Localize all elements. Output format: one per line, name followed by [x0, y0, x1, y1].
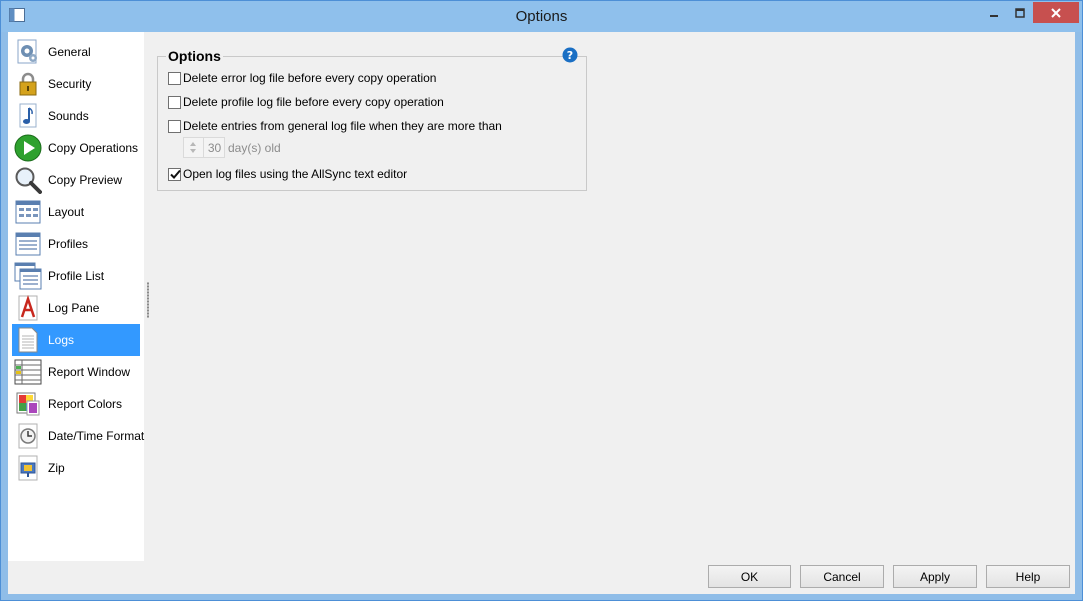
sidebar-item-logs[interactable]: Logs: [12, 324, 140, 356]
sidebar-item-general[interactable]: General: [12, 36, 140, 68]
sidebar-item-report-window[interactable]: Report Window: [12, 356, 140, 388]
stepper-down-icon[interactable]: [190, 149, 196, 153]
report-table-icon: [14, 358, 42, 386]
delete-profile-log-label: Delete profile log file before every cop…: [183, 95, 444, 109]
delete-profile-log-checkbox[interactable]: [168, 95, 181, 109]
profile-list-icon: [14, 262, 42, 290]
sidebar-item-date-time-format[interactable]: Date/Time Format: [12, 420, 144, 452]
sidebar-item-copy-operations[interactable]: Copy Operations: [12, 132, 140, 164]
sidebar-item-label: General: [48, 45, 91, 59]
apply-button[interactable]: Apply: [893, 565, 977, 588]
options-group-title: Options: [166, 48, 223, 64]
document-icon: [14, 326, 42, 354]
delete-error-log-option[interactable]: Delete error log file before every copy …: [168, 70, 436, 86]
minimize-icon: [990, 14, 998, 17]
sidebar-item-log-pane[interactable]: Log Pane: [12, 292, 140, 324]
magnifier-icon: [14, 166, 42, 194]
cancel-button[interactable]: Cancel: [800, 565, 884, 588]
days-suffix-label: day(s) old: [228, 141, 281, 155]
layout-grid-icon: [14, 198, 42, 226]
maximize-icon: [1015, 7, 1025, 18]
sidebar-item-label: Log Pane: [48, 301, 100, 315]
music-note-icon: [14, 102, 42, 130]
title-bar[interactable]: Options: [1, 1, 1082, 32]
profiles-list-icon: [14, 230, 42, 258]
sidebar-item-label: Copy Preview: [48, 173, 123, 187]
sidebar-item-label: Report Window: [48, 365, 131, 379]
svg-text:?: ?: [567, 49, 573, 62]
delete-general-log-entries-option[interactable]: Delete entries from general log file whe…: [168, 118, 502, 134]
options-window: Options General Security Sounds Copy Ope…: [0, 0, 1083, 601]
dialog-body: General Security Sounds Copy Operations …: [8, 32, 1075, 594]
color-palette-icon: [14, 390, 42, 418]
sidebar-item-label: Zip: [48, 461, 65, 475]
delete-error-log-label: Delete error log file before every copy …: [183, 71, 437, 85]
delete-error-log-checkbox[interactable]: [168, 71, 181, 85]
sidebar-item-label: Date/Time Format: [48, 429, 145, 443]
delete-profile-log-option[interactable]: Delete profile log file before every cop…: [168, 94, 444, 110]
sidebar-item-label: Sounds: [48, 109, 89, 123]
sidebar-item-label: Copy Operations: [48, 141, 139, 155]
window-title: Options: [515, 8, 568, 25]
delete-general-log-entries-label: Delete entries from general log file whe…: [183, 119, 502, 133]
sidebar-item-label: Profiles: [48, 237, 89, 251]
maximize-button[interactable]: [1007, 2, 1033, 23]
days-value[interactable]: 30: [205, 141, 224, 155]
sidebar-item-security[interactable]: Security: [12, 68, 140, 100]
stepper-up-icon[interactable]: [190, 142, 196, 146]
sidebar-item-label: Security: [48, 77, 92, 91]
open-with-allsync-editor-option[interactable]: Open log files using the AllSync text ed…: [168, 166, 407, 182]
help-button[interactable]: Help: [986, 565, 1070, 588]
minimize-button[interactable]: [981, 2, 1007, 23]
sidebar-item-label: Profile List: [48, 269, 105, 283]
sidebar-item-profile-list[interactable]: Profile List: [12, 260, 140, 292]
sidebar-item-profiles[interactable]: Profiles: [12, 228, 140, 260]
clock-icon: [14, 422, 42, 450]
padlock-icon: [14, 70, 42, 98]
sidebar-item-sounds[interactable]: Sounds: [12, 100, 140, 132]
days-stepper[interactable]: 30: [183, 137, 225, 158]
open-with-allsync-editor-checkbox[interactable]: [168, 167, 181, 181]
delete-general-log-entries-checkbox[interactable]: [168, 119, 181, 133]
sidebar-item-layout[interactable]: Layout: [12, 196, 140, 228]
sidebar-item-label: Layout: [48, 205, 85, 219]
sidebar-item-copy-preview[interactable]: Copy Preview: [12, 164, 140, 196]
options-category-list: General Security Sounds Copy Operations …: [8, 32, 144, 561]
close-icon: [1051, 7, 1061, 18]
help-icon[interactable]: ?: [562, 47, 578, 63]
zip-icon: [14, 454, 42, 482]
ok-button[interactable]: OK: [708, 565, 791, 588]
sidebar-item-report-colors[interactable]: Report Colors: [12, 388, 140, 420]
open-with-allsync-editor-label: Open log files using the AllSync text ed…: [183, 167, 408, 181]
checkmark-icon: [170, 169, 181, 179]
gear-page-icon: [14, 38, 42, 66]
play-icon: [14, 134, 42, 162]
sidebar-item-label: Report Colors: [48, 397, 123, 411]
stepper-arrows[interactable]: [184, 138, 204, 157]
font-a-icon: [14, 294, 42, 322]
close-button[interactable]: [1033, 2, 1079, 23]
sidebar-item-zip[interactable]: Zip: [12, 452, 140, 484]
sidebar-item-label: Logs: [48, 333, 75, 347]
splitter-handle[interactable]: [147, 282, 149, 318]
